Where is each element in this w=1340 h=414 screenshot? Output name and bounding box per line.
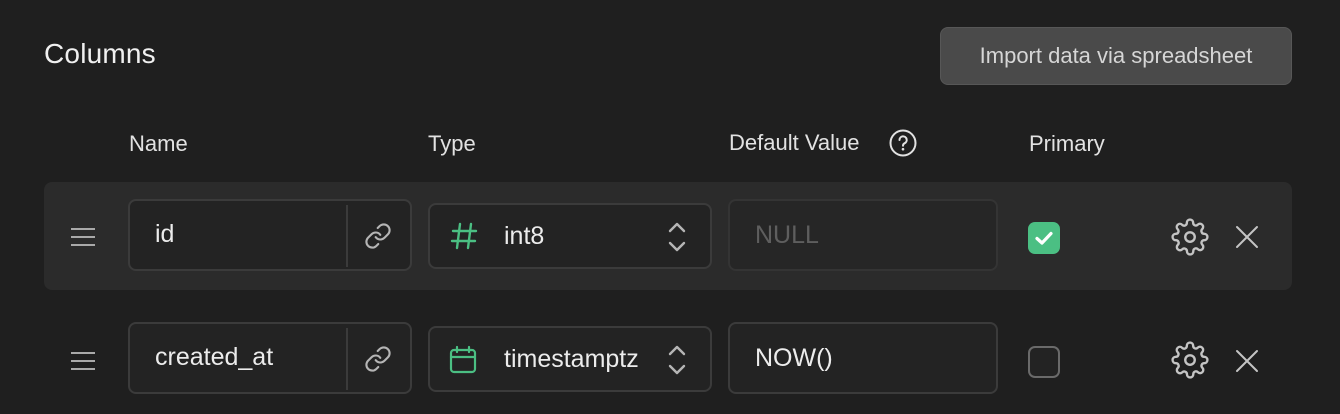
column-name-value[interactable]: created_at: [155, 343, 273, 372]
link-icon[interactable]: [364, 345, 392, 373]
drag-handle-icon[interactable]: [70, 227, 96, 247]
remove-column-x-icon[interactable]: [1233, 347, 1261, 375]
calendar-icon: [449, 345, 477, 374]
import-spreadsheet-button[interactable]: Import data via spreadsheet: [940, 27, 1292, 85]
section-title: Columns: [44, 38, 156, 69]
default-value-value[interactable]: NOW(): [755, 344, 833, 373]
chevron-updown-icon: [668, 345, 686, 375]
column-name-value[interactable]: id: [155, 220, 174, 249]
column-name-field[interactable]: id: [128, 199, 412, 271]
default-value-field[interactable]: NOW(): [728, 322, 998, 394]
remove-column-x-icon[interactable]: [1233, 223, 1261, 251]
header-primary: Primary: [1029, 131, 1105, 156]
default-value-field[interactable]: NULL: [728, 199, 998, 271]
header-name: Name: [129, 131, 188, 156]
column-type-value: int8: [504, 222, 545, 250]
settings-gear-icon[interactable]: [1171, 341, 1209, 379]
primary-checkbox-checked[interactable]: [1028, 222, 1060, 254]
default-value-placeholder: NULL: [755, 221, 819, 249]
field-separator: [346, 328, 348, 390]
hash-icon: [450, 222, 478, 250]
primary-checkbox-unchecked[interactable]: [1028, 346, 1060, 378]
column-name-field[interactable]: created_at: [128, 322, 412, 394]
header-default-value: Default Value: [729, 130, 860, 155]
column-type-value: timestamptz: [504, 345, 639, 373]
settings-gear-icon[interactable]: [1171, 218, 1209, 256]
header-type: Type: [428, 131, 476, 156]
column-type-select[interactable]: int8: [428, 203, 712, 269]
drag-handle-icon[interactable]: [70, 351, 96, 371]
checkmark-icon: [1035, 231, 1053, 245]
column-type-select[interactable]: timestamptz: [428, 326, 712, 392]
link-icon[interactable]: [364, 222, 392, 250]
help-icon[interactable]: [888, 128, 918, 158]
field-separator: [346, 205, 348, 267]
chevron-updown-icon: [668, 222, 686, 252]
